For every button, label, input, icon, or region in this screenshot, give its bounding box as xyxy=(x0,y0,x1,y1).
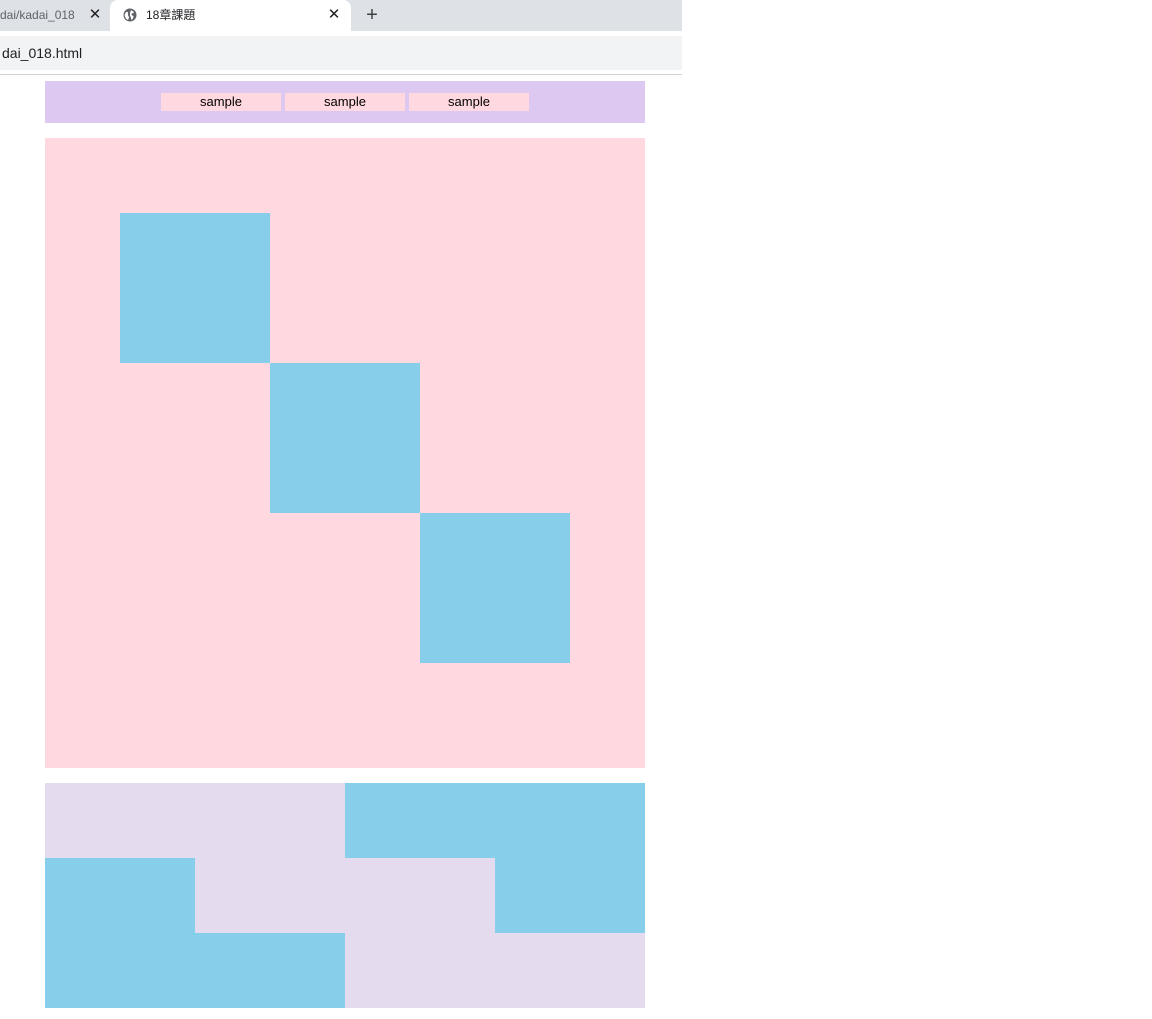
blue-block xyxy=(345,783,645,858)
close-icon[interactable]: ✕ xyxy=(88,6,102,24)
tab-strip: dai/kadai_018 ✕ 18章課題 ✕ + xyxy=(0,0,682,31)
blue-square xyxy=(420,513,570,663)
nav-item[interactable]: sample xyxy=(161,93,281,111)
browser-toolbar: dai_018.html xyxy=(0,31,682,75)
blue-block xyxy=(495,858,645,933)
bottom-grid-area xyxy=(45,783,645,1008)
tab-kadai[interactable]: dai/kadai_018 ✕ xyxy=(0,0,110,31)
tab-title: 18章課題 xyxy=(146,8,196,22)
tab-18-kadai[interactable]: 18章課題 ✕ xyxy=(110,0,351,31)
nav-item[interactable]: sample xyxy=(285,93,405,111)
new-tab-button[interactable]: + xyxy=(362,4,382,26)
header-nav-bar: sample sample sample xyxy=(45,81,645,123)
blue-block xyxy=(45,858,195,1008)
close-icon[interactable]: ✕ xyxy=(327,6,341,24)
url-text[interactable]: dai_018.html xyxy=(2,44,82,62)
address-bar[interactable]: dai_018.html xyxy=(0,36,682,70)
blue-square xyxy=(120,213,270,363)
globe-icon xyxy=(123,8,137,22)
pink-box-area xyxy=(45,138,645,768)
blue-block xyxy=(195,933,345,1008)
nav-item[interactable]: sample xyxy=(409,93,529,111)
blue-square xyxy=(270,363,420,513)
tab-title: dai/kadai_018 xyxy=(0,8,75,22)
